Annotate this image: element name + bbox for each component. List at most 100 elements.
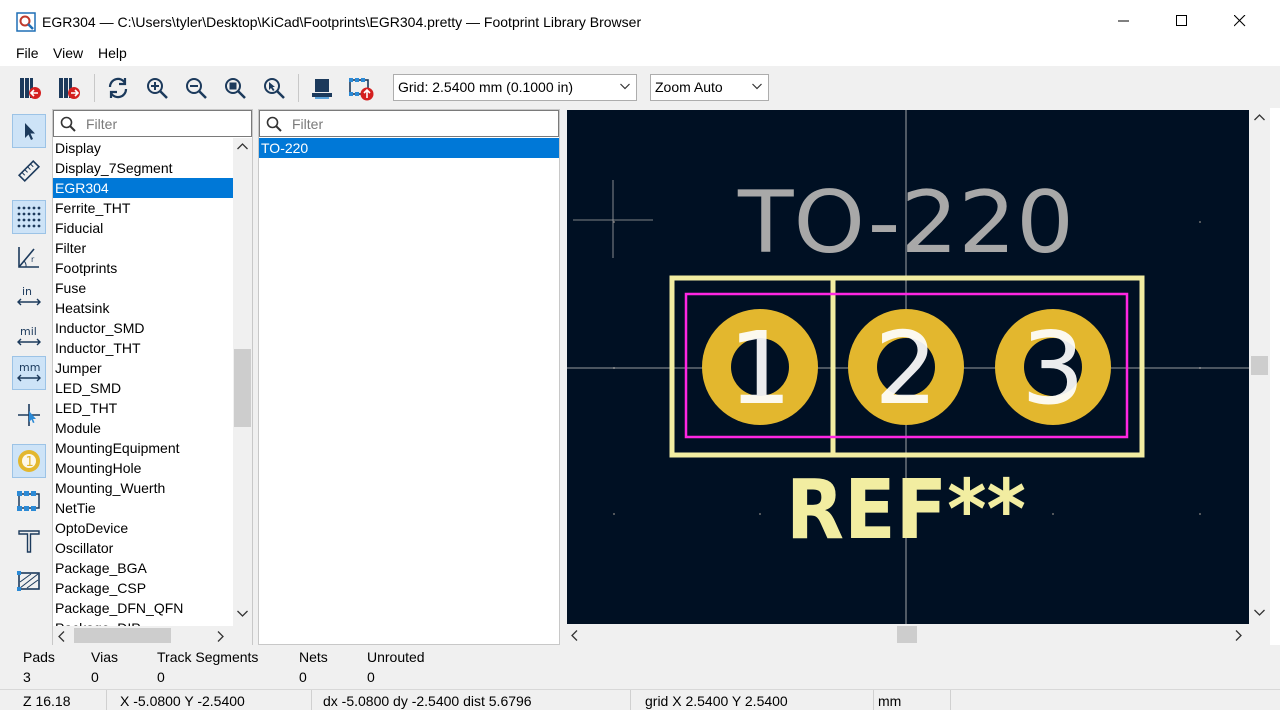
zoom-selection-icon [264,78,285,99]
library-item[interactable]: Ferrite_THT [53,198,233,218]
status-zoom: Z 16.18 [23,693,71,709]
insert-footprint-icon [349,78,374,101]
library-item[interactable]: Display_7Segment [53,158,233,178]
library-item[interactable]: Package_BGA [53,558,233,578]
cursor-shape-button[interactable] [12,398,46,432]
units-mil-button[interactable]: mil [12,320,46,354]
footprint-filter-input[interactable]: Filter [259,110,559,137]
library-item[interactable]: Package_DFN_QFN [53,598,233,618]
close-button[interactable] [1211,0,1269,42]
grid-toggle-button[interactable] [12,200,46,234]
chevron-right-icon [217,631,224,642]
menu-file[interactable]: File [16,45,39,61]
zoom-select-value: Zoom Auto [655,79,723,95]
library-item[interactable]: Module [53,418,233,438]
close-icon [1234,15,1246,27]
library-horizontal-scrollbar[interactable] [53,626,252,645]
menu-view[interactable]: View [53,45,83,61]
library-vertical-scrollbar[interactable] [233,138,252,628]
canvas-vertical-scrollbar[interactable] [1249,108,1270,626]
menu-help[interactable]: Help [98,45,127,61]
library-panel: Filter Display Display_7Segment EGR304 Ferr… [52,109,253,645]
graphic-outline-button[interactable] [12,564,46,598]
library-item[interactable]: Heatsink [53,298,233,318]
units-inch-button[interactable]: in [12,280,46,314]
status-units: mm [878,693,902,709]
units-mil-label: mil [20,325,37,338]
next-footprint-button[interactable] [54,73,84,103]
grid-select[interactable]: Grid: 2.5400 mm (0.1000 in) [393,74,637,101]
zoom-out-button[interactable] [181,73,211,103]
select-tool-button[interactable] [12,114,46,148]
inch-units-icon: in [17,285,41,306]
library-item[interactable]: OptoDevice [53,518,233,538]
text-outline-button[interactable] [12,524,46,558]
pad-numbers-button[interactable]: 1 [12,444,46,478]
zoom-select[interactable]: Zoom Auto [650,74,769,101]
pad-number: 2 [874,310,938,427]
show-3d-viewer-button[interactable] [307,73,337,103]
message-panel: Pads 3 Vias 0 Track Segments 0 Nets 0 Un… [0,645,1280,689]
graphic-outline-icon [17,571,40,591]
library-scroll-thumb[interactable] [234,349,251,427]
measure-tool-button[interactable] [12,154,46,188]
footprint-canvas[interactable]: TO-220 123 REF** [567,110,1249,624]
nets-value: 0 [299,669,307,685]
zoom-selection-button[interactable] [259,73,289,103]
status-separator [106,690,107,710]
toolbar-separator [298,74,299,102]
library-item[interactable]: Mounting_Wuerth [53,478,233,498]
canvas-vscroll-thumb[interactable] [1251,356,1268,375]
previous-footprint-button[interactable] [15,73,45,103]
library-item[interactable]: Package_CSP [53,578,233,598]
status-grid: grid X 2.5400 Y 2.5400 [645,693,788,709]
pad-outline-button[interactable] [12,484,46,518]
text-outline-icon [18,530,40,553]
library-item[interactable]: NetTie [53,498,233,518]
title-bar: EGR304 — C:\Users\tyler\Desktop\KiCad\Fo… [0,0,1280,42]
zoom-fit-button[interactable] [220,73,250,103]
insert-footprint-button[interactable] [346,73,376,103]
polar-coords-button[interactable]: r [12,240,46,274]
chevron-left-icon [58,631,65,642]
library-item[interactable]: Jumper [53,358,233,378]
library-item[interactable]: LED_THT [53,398,233,418]
footprint-item[interactable]: TO-220 [259,138,559,158]
library-hscroll-thumb[interactable] [74,628,171,643]
status-separator [950,690,951,710]
library-item[interactable]: MountingHole [53,458,233,478]
library-item[interactable]: MountingEquipment [53,438,233,458]
status-delta: dx -5.0800 dy -2.5400 dist 5.6796 [323,693,532,709]
zoom-in-button[interactable] [142,73,172,103]
library-item[interactable]: Fiducial [53,218,233,238]
status-xy: X -5.0800 Y -2.5400 [120,693,245,709]
kicad-footprint-browser-icon [16,12,36,32]
library-item[interactable]: Inductor_THT [53,338,233,358]
maximize-button[interactable] [1153,0,1211,42]
3d-viewer-icon [312,79,332,99]
library-item[interactable]: Filter [53,238,233,258]
next-footprint-icon [59,78,80,99]
units-mm-button[interactable]: mm [12,356,46,390]
previous-footprint-icon [20,78,41,99]
library-item[interactable]: Display [53,138,233,158]
pad-number: 1 [728,310,792,427]
footprint-reference-text: REF** [786,463,1026,558]
mm-units-icon: mm [17,361,41,382]
canvas-horizontal-scrollbar[interactable] [565,624,1250,645]
redraw-button[interactable] [103,73,133,103]
library-item[interactable]: LED_SMD [53,378,233,398]
background-window-edge [1270,108,1280,648]
library-filter-input[interactable]: Filter [53,110,252,137]
chevron-up-icon [1254,114,1265,121]
library-item[interactable]: Fuse [53,278,233,298]
canvas-hscroll-thumb[interactable] [897,626,917,643]
minimize-button[interactable] [1095,0,1153,42]
library-item[interactable]: Footprints [53,258,233,278]
library-item[interactable]: EGR304 [53,178,233,198]
library-item[interactable]: Inductor_SMD [53,318,233,338]
library-item[interactable]: Oscillator [53,538,233,558]
search-icon [266,116,282,132]
footprint-library-browser-window: EGR304 — C:\Users\tyler\Desktop\KiCad\Fo… [0,0,1280,710]
svg-text:1: 1 [26,455,34,470]
